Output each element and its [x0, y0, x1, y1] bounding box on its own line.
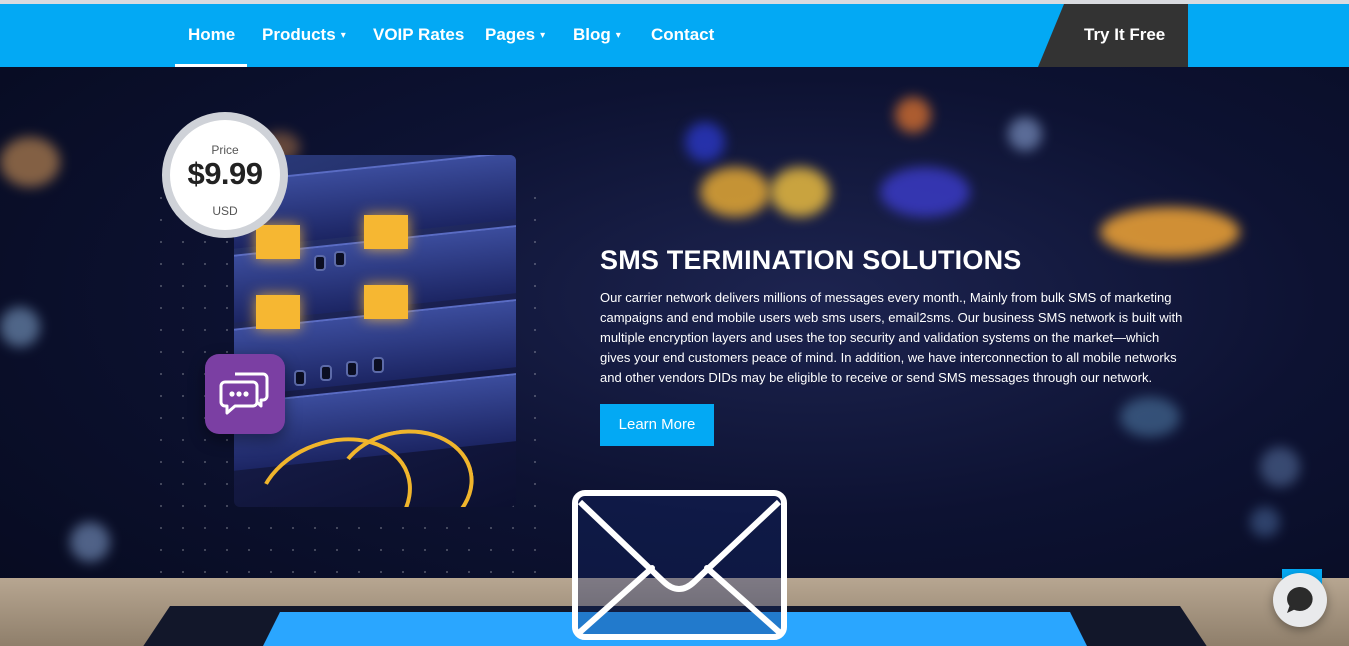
rack-display [364, 215, 408, 249]
price-badge: Price $9.99 USD [162, 112, 288, 238]
nav-products-label: Products [262, 25, 336, 44]
bokeh-light [1250, 507, 1280, 537]
bokeh-light [1260, 447, 1300, 487]
rack-knob [334, 251, 346, 267]
rack-knob [372, 357, 384, 373]
bokeh-light [700, 167, 770, 217]
bokeh-light [770, 167, 830, 217]
hero-section: Price $9.99 USD SMS TERMINATION SOLUTION… [0, 67, 1349, 646]
nav-home-label: Home [188, 25, 236, 44]
rack-display [256, 225, 300, 259]
bokeh-light [1008, 117, 1042, 151]
nav-blog-label: Blog [573, 25, 611, 44]
chevron-down-icon: ▾ [615, 30, 621, 41]
nav-pages-label: Pages [485, 25, 536, 44]
nav-contact-label: Contact [651, 25, 715, 44]
bokeh-light [0, 137, 60, 187]
envelope-icon [572, 490, 787, 640]
chevron-down-icon: ▾ [340, 30, 346, 41]
hero-description: Our carrier network delivers millions of… [600, 290, 1183, 385]
bokeh-light [895, 97, 931, 133]
price-label: Price [211, 143, 239, 157]
nav-products[interactable]: Products ▾ [262, 4, 346, 67]
price-currency: USD [212, 204, 238, 218]
try-it-free-button[interactable]: Try It Free [1038, 4, 1188, 67]
bokeh-light [880, 167, 970, 217]
hero-title: SMS TERMINATION SOLUTIONS [600, 245, 1022, 275]
bokeh-light [70, 522, 110, 562]
live-chat-icon[interactable] [1273, 573, 1327, 627]
bokeh-light [1120, 397, 1180, 437]
rack-knob [294, 370, 306, 386]
rack-knob [320, 365, 332, 381]
nav-pages[interactable]: Pages ▾ [485, 4, 545, 67]
nav-contact[interactable]: Contact [651, 4, 714, 67]
bokeh-light [0, 307, 40, 347]
learn-more-button[interactable]: Learn More [600, 404, 714, 446]
rack-display [364, 285, 408, 319]
chevron-down-icon: ▾ [540, 30, 546, 41]
rack-knob [346, 361, 358, 377]
rack-knob [314, 255, 326, 271]
bokeh-light [685, 122, 725, 162]
nav-voip-rates-label: VOIP Rates [373, 25, 465, 44]
bokeh-light [1100, 207, 1240, 257]
price-value: $9.99 [187, 156, 263, 191]
nav-home[interactable]: Home [188, 4, 235, 67]
chat-bubbles-icon [205, 354, 285, 434]
nav-voip-rates[interactable]: VOIP Rates [373, 4, 464, 67]
rack-display [256, 295, 300, 329]
main-navbar: Home Products ▾ VOIP Rates Pages ▾ Blog ▾ C… [0, 4, 1349, 67]
nav-blog[interactable]: Blog ▾ [573, 4, 621, 67]
